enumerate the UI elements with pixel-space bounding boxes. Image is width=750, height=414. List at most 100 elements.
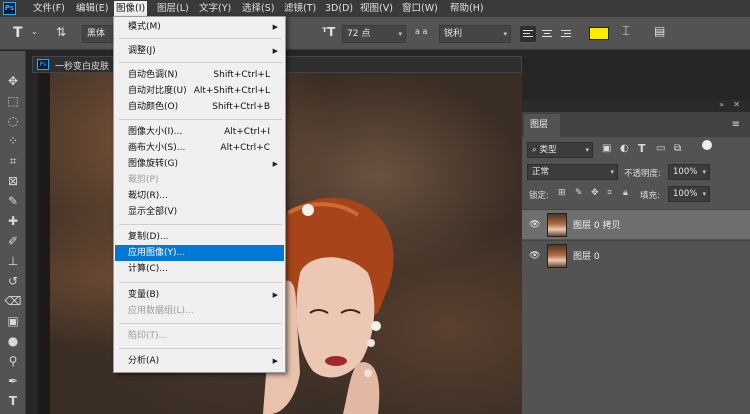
menu-filter[interactable]: 滤镜(T) (284, 2, 316, 16)
image-menu-dropdown: 模式(M) ▶ 调整(J) ▶ 自动色调(N) Shift+Ctrl+L 自动对比度(… (113, 16, 286, 373)
blend-mode-field[interactable]: 正常 ▾ (527, 164, 618, 180)
align-right-button[interactable] (558, 26, 574, 42)
tab-layers[interactable]: 图层 (524, 114, 560, 137)
layer-thumbnail (547, 213, 567, 237)
submenu-arrow-icon: ▶ (272, 23, 278, 31)
pen-tool-icon[interactable]: ✒ (4, 372, 22, 390)
lock-image-pixels-icon[interactable]: ✎ (575, 188, 583, 198)
blend-mode-value: 正常 (532, 167, 550, 177)
menu-item-duplicate[interactable]: 复制(D)... (115, 229, 284, 245)
crop-tool-icon[interactable]: ⌗ (4, 152, 22, 170)
close-panel-icon[interactable]: ✕ (733, 100, 740, 109)
fill-field[interactable]: 100% ▾ (668, 186, 710, 202)
menu-separator (119, 348, 282, 349)
menu-layer[interactable]: 图层(L) (157, 2, 189, 16)
panel-menu-icon[interactable]: ≡ (732, 119, 740, 130)
warp-text-icon[interactable]: ⌶ (622, 24, 630, 39)
antialias-field[interactable]: 锐利 ▾ (439, 25, 511, 43)
lasso-tool-icon[interactable]: ◌ (4, 112, 22, 130)
document-ps-icon: Ps (37, 59, 49, 70)
brush-tool-icon[interactable]: ✐ (4, 232, 22, 250)
align-center-button[interactable] (539, 26, 555, 42)
filter-adjustment-icon[interactable]: ◐ (620, 143, 629, 154)
menu-item-variables[interactable]: 变量(B) ▶ (115, 287, 284, 303)
menu-item-image-size[interactable]: 图像大小(I)... Alt+Ctrl+I (115, 124, 284, 140)
menu-type[interactable]: 文字(Y) (199, 2, 231, 16)
filter-toggle-icon[interactable] (702, 140, 712, 150)
menu-bar: Ps 文件(F) 编辑(E) 图像(I) 图层(L) 文字(Y) 选择(S) 滤… (0, 0, 750, 17)
menu-view[interactable]: 视图(V) (360, 2, 393, 16)
move-tool-icon[interactable]: ✥ (4, 72, 22, 90)
menu-file[interactable]: 文件(F) (33, 2, 65, 16)
text-color-swatch[interactable] (589, 27, 609, 40)
align-left-button[interactable] (520, 26, 536, 42)
filter-type-icon[interactable]: T (638, 142, 646, 155)
menu-item-analysis[interactable]: 分析(A) ▶ (115, 353, 284, 369)
filter-shape-icon[interactable]: ▭ (656, 143, 665, 154)
menu-item-reveal-all[interactable]: 显示全部(V) (115, 204, 284, 220)
menu-item-auto-contrast[interactable]: 自动对比度(U) Alt+Shift+Ctrl+L (115, 83, 284, 99)
dodge-tool-icon[interactable]: ⚲ (4, 352, 22, 370)
filter-pixel-icon[interactable]: ▣ (602, 143, 611, 154)
layer-thumbnail (547, 244, 567, 268)
menu-select[interactable]: 选择(S) (242, 2, 274, 16)
menu-item-calculations[interactable]: 计算(C)... (115, 261, 284, 277)
menu-item-trim[interactable]: 裁切(R)... (115, 188, 284, 204)
document-title: 一秒变白皮肤 (55, 62, 110, 72)
character-panel-icon[interactable]: ▤ (654, 24, 665, 38)
lock-all-icon[interactable]: 🔒︎ (623, 188, 628, 198)
submenu-arrow-icon: ▶ (272, 160, 278, 168)
fill-label: 填充: (640, 191, 660, 201)
lock-label: 锁定: (529, 191, 549, 201)
filter-kind-field[interactable]: ⌕ 类型 ▾ (527, 142, 593, 158)
menu-item-auto-tone[interactable]: 自动色调(N) Shift+Ctrl+L (115, 67, 284, 83)
submenu-arrow-icon: ▶ (272, 47, 278, 55)
type-tool-icon[interactable]: T (13, 25, 23, 41)
lock-transparent-pixels-icon[interactable]: ⊞ (558, 188, 566, 198)
history-brush-tool-icon[interactable]: ↺ (4, 272, 22, 290)
chevron-down-icon: ▾ (398, 30, 402, 38)
visibility-eye-icon[interactable]: 👁︎ (529, 219, 541, 231)
font-family-field[interactable]: 黑体 (82, 25, 114, 43)
opacity-label: 不透明度: (624, 169, 661, 179)
tool-preset-dropdown-icon[interactable]: ⌄ (31, 27, 38, 36)
menu-image[interactable]: 图像(I) (114, 1, 148, 17)
antialias-icon: a a (415, 27, 428, 36)
layer-row[interactable]: 👁︎ 图层 0 (522, 240, 750, 270)
menu-help[interactable]: 帮助(H) (450, 2, 484, 16)
font-size-icon: ᵀT (322, 25, 336, 39)
frame-tool-icon[interactable]: ⊠ (4, 172, 22, 190)
filter-smart-object-icon[interactable]: ⧉ (674, 143, 681, 154)
menu-window[interactable]: 窗口(W) (402, 2, 438, 16)
lock-artboard-icon[interactable]: ⌗ (607, 188, 612, 198)
menu-item-mode[interactable]: 模式(M) ▶ (115, 19, 284, 35)
menu-separator (119, 62, 282, 63)
font-size-field[interactable]: 72 点 ▾ (342, 25, 406, 43)
layer-name: 图层 0 拷贝 (573, 221, 621, 231)
eyedropper-tool-icon[interactable]: ✎ (4, 192, 22, 210)
layers-panel: 图层 ≡ ⌕ 类型 ▾ ▣ ◐ T ▭ ⧉ 正常 ▾ 不透明度: 100% ▾ … (522, 112, 750, 414)
clone-stamp-tool-icon[interactable]: ⊥ (4, 252, 22, 270)
opacity-value: 100% (673, 167, 698, 177)
menu-item-canvas-size[interactable]: 画布大小(S)... Alt+Ctrl+C (115, 140, 284, 156)
type-tool-icon[interactable]: T (4, 392, 22, 410)
menu-item-auto-color[interactable]: 自动颜色(O) Shift+Ctrl+B (115, 99, 284, 115)
lock-position-icon[interactable]: ✥ (591, 188, 599, 198)
menu-item-adjustments[interactable]: 调整(J) ▶ (115, 43, 284, 59)
eraser-tool-icon[interactable]: ⌫ (4, 292, 22, 310)
menu-edit[interactable]: 编辑(E) (76, 2, 108, 16)
gradient-tool-icon[interactable]: ▣ (4, 312, 22, 330)
antialias-value: 锐利 (444, 29, 463, 39)
text-orientation-icon[interactable]: ⇅ (56, 25, 66, 39)
opacity-field[interactable]: 100% ▾ (668, 164, 710, 180)
collapse-panels-icon[interactable]: » (719, 100, 724, 109)
visibility-eye-icon[interactable]: 👁︎ (529, 250, 541, 262)
blur-tool-icon[interactable]: ● (4, 332, 22, 350)
marquee-tool-icon[interactable]: ⬚ (4, 92, 22, 110)
quick-select-tool-icon[interactable]: ⁘ (4, 132, 22, 150)
menu-item-image-rotation[interactable]: 图像旋转(G) ▶ (115, 156, 284, 172)
layer-row[interactable]: 👁︎ 图层 0 拷贝 (522, 209, 750, 239)
menu-3d[interactable]: 3D(D) (325, 2, 353, 16)
healing-brush-tool-icon[interactable]: ✚ (4, 212, 22, 230)
menu-item-apply-image[interactable]: 应用图像(Y)... (115, 245, 284, 261)
